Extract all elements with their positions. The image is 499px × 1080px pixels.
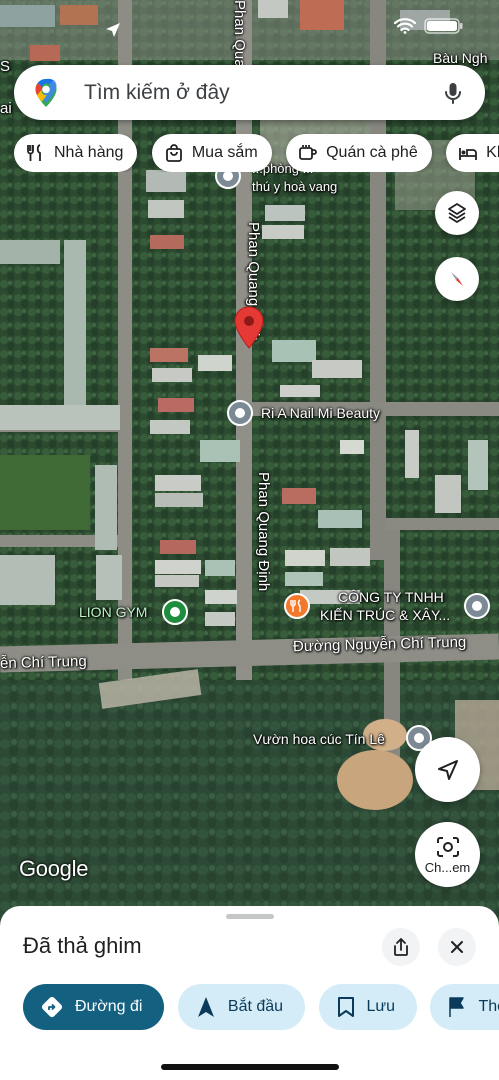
camera-lens-icon: [436, 836, 459, 857]
directions-button[interactable]: Đường đi: [23, 984, 165, 1030]
sheet-drag-handle[interactable]: [226, 914, 274, 919]
compass-icon: [451, 272, 463, 286]
navigation-arrow-icon: [437, 759, 458, 780]
gym-label[interactable]: LION GYM: [79, 604, 147, 621]
shopping-bag-icon: [165, 144, 182, 162]
start-label: Bắt đầu: [227, 998, 284, 1015]
chip-hotels[interactable]: Khá: [446, 134, 499, 172]
location-arrow-icon: [106, 23, 120, 37]
start-button[interactable]: Bắt đầu: [177, 984, 306, 1030]
microphone-icon[interactable]: [441, 81, 465, 105]
compass-button[interactable]: [435, 257, 479, 301]
add-label-label: Thê: [478, 998, 499, 1015]
save-button[interactable]: Lưu: [318, 984, 418, 1030]
restaurant-pin[interactable]: [284, 593, 310, 619]
close-icon: [451, 941, 463, 953]
nail-salon-label[interactable]: Ri A Nail Mi Beauty: [261, 405, 380, 422]
pin-dot-icon: [235, 408, 245, 418]
chip-restaurants[interactable]: Nhà hàng: [14, 134, 138, 172]
chip-shopping[interactable]: Mua sắm: [151, 134, 272, 172]
wifi-icon: [394, 18, 416, 34]
road-label-left-top: S: [0, 58, 11, 75]
search-bar[interactable]: Tìm kiếm ở đây: [14, 65, 485, 120]
save-label: Lưu: [366, 998, 396, 1015]
chip-restaurants-label: Nhà hàng: [54, 144, 124, 161]
layers-icon: [448, 203, 466, 223]
pin-dot-icon: [170, 607, 180, 617]
lens-label: Ch...em: [424, 859, 471, 875]
company-pin[interactable]: [464, 593, 490, 619]
chip-cafes-label: Quán cà phê: [326, 144, 418, 161]
google-logo: Google: [19, 856, 89, 881]
dropped-pin-icon[interactable]: [233, 306, 265, 350]
status-bar: [0, 0, 499, 44]
chip-cafes[interactable]: Quán cà phê: [286, 134, 432, 172]
fork-knife-icon: [290, 599, 301, 612]
bottom-sheet: Đã thả ghim Đường đi Bắt đầu Lưu Th: [0, 906, 499, 1080]
road-label-nguyen-chi-trung-left: ễn Chí Trung: [0, 652, 87, 673]
share-icon: [394, 938, 408, 956]
pin-dot-icon: [414, 733, 424, 743]
flower-garden-label[interactable]: Vườn hoa cúc Tín Lê: [253, 731, 385, 748]
share-button[interactable]: [382, 928, 420, 966]
flag-icon: [449, 997, 465, 1017]
navigation-icon: [197, 997, 214, 1017]
add-label-button[interactable]: Thê: [430, 984, 499, 1030]
bookmark-icon: [337, 997, 354, 1017]
directions-icon: [41, 996, 63, 1018]
gym-pin[interactable]: [162, 599, 188, 625]
sheet-title: Đã thả ghim: [23, 933, 142, 958]
google-maps-logo-icon: [35, 78, 57, 107]
company-label-line2[interactable]: KIẾN TRÚC & XÂY...: [320, 607, 450, 624]
search-input[interactable]: Tìm kiếm ở đây: [84, 81, 441, 105]
action-buttons: Đường đi Bắt đầu Lưu Thê: [23, 984, 499, 1030]
road-label-bau-ngh: Bàu Ngh: [433, 50, 488, 66]
road-label-left-mid: ai: [0, 100, 12, 117]
vet-clinic-label-line2[interactable]: thú y hoà vang: [252, 178, 337, 195]
battery-icon: [424, 18, 463, 34]
chip-shopping-label: Mua sắm: [191, 144, 258, 161]
layers-button[interactable]: [435, 191, 479, 235]
home-indicator[interactable]: [161, 1064, 339, 1070]
close-button[interactable]: [438, 928, 476, 966]
category-chips: Nhà hàng Mua sắm Quán cà phê Khá: [14, 134, 499, 172]
company-label-line1[interactable]: CÔNG TY TNHH: [338, 589, 444, 606]
lens-button[interactable]: Ch...em: [415, 822, 480, 887]
directions-label: Đường đi: [75, 998, 143, 1015]
bed-icon: [459, 148, 478, 160]
pin-dot-icon: [223, 171, 233, 181]
road-label-phan-quang-dinh-lower: Phan Quang Định: [255, 472, 272, 592]
coffee-cup-icon: [299, 145, 317, 160]
my-location-button[interactable]: [415, 737, 480, 802]
pin-dot-icon: [472, 601, 482, 611]
nail-salon-pin[interactable]: [227, 400, 253, 426]
chip-hotels-label: Khá: [486, 144, 499, 161]
fork-knife-icon: [27, 144, 41, 161]
